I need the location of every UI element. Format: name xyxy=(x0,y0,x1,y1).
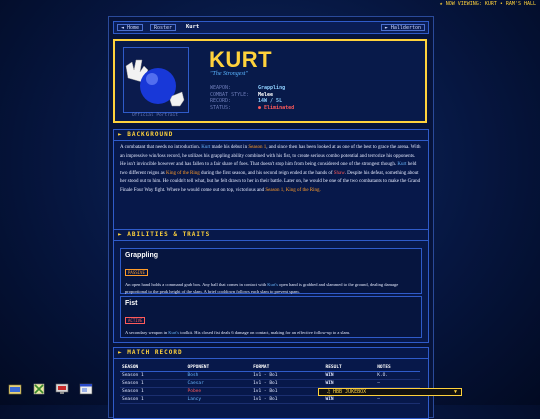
wiki-page: ◄ Home Roster Kurt ► Hallderton Official… xyxy=(108,16,434,419)
ability-tag: PASSIVE xyxy=(125,269,148,276)
portrait-caption: Official Portrait xyxy=(131,113,179,118)
jukebox-widget[interactable]: ♫ HBB JUKEBOX ▼ xyxy=(318,388,462,396)
ability-desc: A secondary weapon in Kurt's toolkit. Hi… xyxy=(125,330,351,335)
folder-icon[interactable] xyxy=(8,382,22,396)
ability-title: Fist xyxy=(125,300,138,307)
character-tagline: "The Strongest" xyxy=(210,71,248,77)
match-table: SEASON OPPONENT FORMAT RESULT NOTES Seas… xyxy=(120,364,420,404)
table-row: Season 1 Lancy 1v1 - Bo1 WIN — xyxy=(120,395,420,404)
ability-title: Grappling xyxy=(125,252,159,259)
abilities-heading: ► ABILITIES & TRAITS xyxy=(114,230,428,241)
background-heading: ► BACKGROUND xyxy=(114,130,428,141)
chevron-down-icon[interactable]: ▼ xyxy=(454,389,457,395)
background-text: A combatant that needs no introduction. … xyxy=(120,145,421,193)
profile-card: Official Portrait KURT "The Strongest" W… xyxy=(113,39,427,123)
table-header-row: SEASON OPPONENT FORMAT RESULT NOTES xyxy=(120,364,420,372)
background-panel: ► BACKGROUND A combatant that needs no i… xyxy=(113,129,429,239)
match-record-heading: ► MATCH RECORD xyxy=(114,348,428,359)
stat-status: STATUS: ● Eliminated xyxy=(210,104,295,111)
character-name: KURT xyxy=(209,47,273,72)
ability-tag: ACTIVE xyxy=(125,317,146,324)
tools-icon[interactable] xyxy=(32,382,46,396)
ability-card-grappling: Grappling PASSIVE An open hand holds a c… xyxy=(120,248,422,294)
ball-fighter-icon xyxy=(125,59,185,107)
jukebox-label: ♫ HBB JUKEBOX xyxy=(327,389,367,395)
table-row: Season 1 Caesar 1v1 - Bo1 WIN — xyxy=(120,379,420,388)
abilities-panel: ► ABILITIES & TRAITS Grappling PASSIVE A… xyxy=(113,229,429,343)
news-ticker: ★ NOW VIEWING: KURT • RAM'S HALL xyxy=(439,1,536,7)
home-button[interactable]: ◄ Home xyxy=(117,24,144,31)
table-row: Season 1 Bosh 1v1 - Bo1 WIN K.O. xyxy=(120,371,420,380)
roster-button[interactable]: Roster xyxy=(150,24,177,31)
portrait-image xyxy=(123,47,189,113)
stats-list: WEAPON: Grappling COMBAT STYLE: Melee RECO… xyxy=(210,85,294,111)
ability-desc: An open hand holds a command grab box. A… xyxy=(125,282,399,294)
nav-bar: ◄ Home Roster Kurt ► Hallderton xyxy=(113,21,429,34)
current-page-label: Kurt xyxy=(186,24,200,30)
window-icon[interactable] xyxy=(79,382,93,396)
ability-card-fist: Fist ACTIVE A secondary weapon in Kurt's… xyxy=(120,296,422,338)
match-record-panel: ► MATCH RECORD SEASON OPPONENT FORMAT RE… xyxy=(113,347,429,419)
monitor-icon[interactable] xyxy=(55,382,69,396)
next-button[interactable]: ► Hallderton xyxy=(380,24,425,31)
